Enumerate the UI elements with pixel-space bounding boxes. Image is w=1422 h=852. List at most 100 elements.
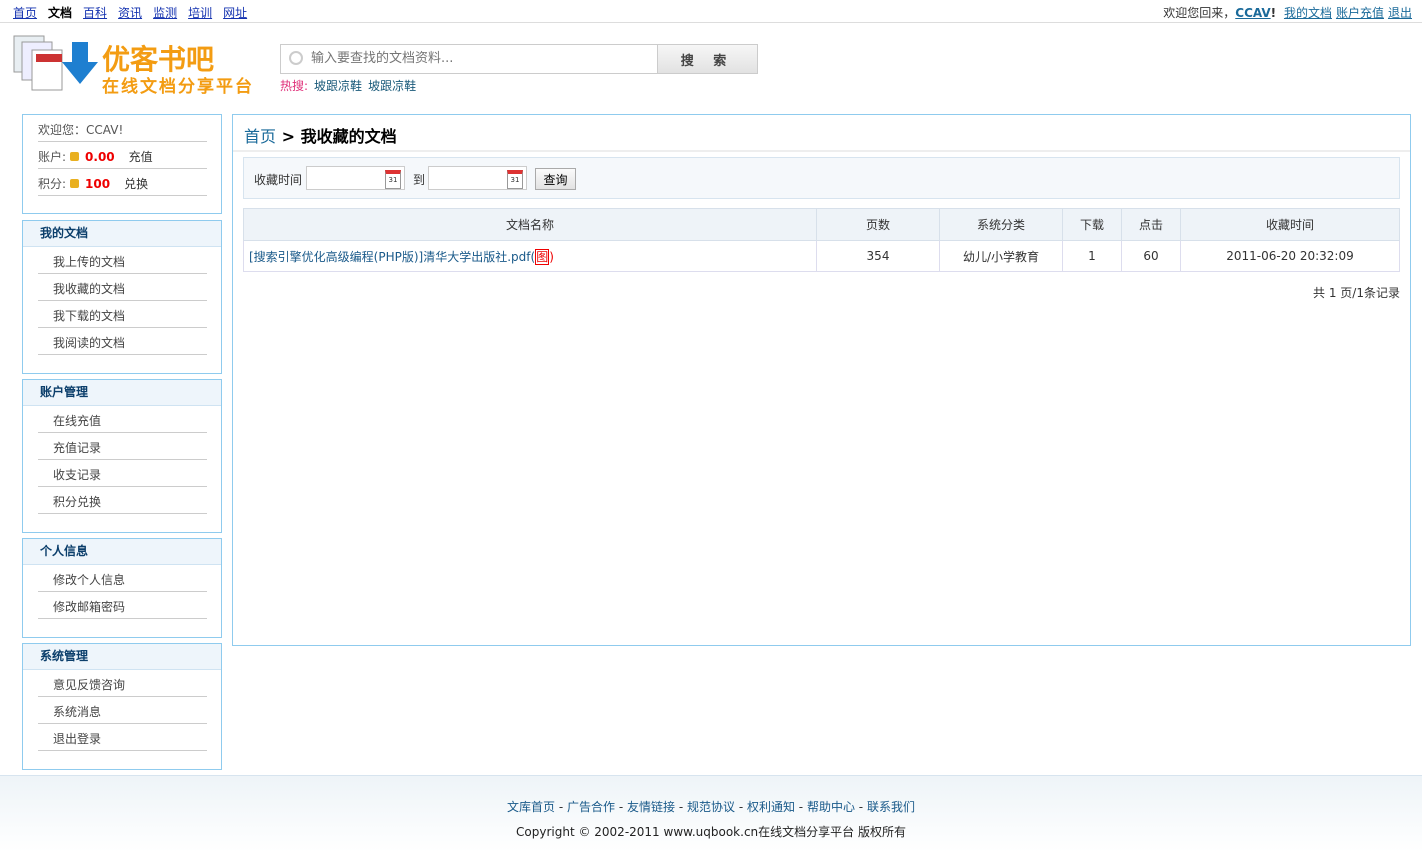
table-header: 文档名称 页数 系统分类 下载 点击 收藏时间	[243, 208, 1400, 241]
divider	[233, 150, 1410, 152]
footer-link[interactable]: 规范协议	[687, 800, 735, 814]
footer-link[interactable]: 帮助中心	[807, 800, 855, 814]
image-tag[interactable]: 图	[535, 248, 550, 265]
col-time: 收藏时间	[1180, 208, 1400, 241]
hot-link[interactable]: 坡跟凉鞋	[314, 79, 362, 93]
col-category: 系统分类	[939, 208, 1063, 241]
points-row: 积分: 100 兑换	[38, 169, 207, 196]
coin-icon	[70, 152, 80, 161]
sidebar-item[interactable]: 我阅读的文档	[38, 328, 207, 355]
points: 100	[85, 177, 111, 191]
table-row: [搜索引擎优化高级编程(PHP版)]清华大学出版社.pdf(图) 354 幼儿/…	[243, 240, 1400, 272]
account-row: 账户: 0.00 充值	[38, 142, 207, 169]
footer-link[interactable]: 权利通知	[747, 800, 795, 814]
logo-subtitle: 在线文档分享平台	[102, 77, 254, 97]
nav-monitor[interactable]: 监测	[153, 6, 177, 20]
clicks-cell: 60	[1121, 240, 1181, 272]
documents-download-icon	[13, 35, 98, 91]
category-cell: 幼儿/小学教育	[939, 240, 1063, 272]
footer-link[interactable]: 友情链接	[627, 800, 675, 814]
my-docs-link[interactable]: 我的文档	[1284, 6, 1332, 20]
sidebar-system: 系统管理 意见反馈咨询 系统消息 退出登录	[22, 643, 222, 770]
sidebar-account: 账户管理 在线充值 充值记录 收支记录 积分兑换	[22, 379, 222, 533]
copyright: Copyright © 2002-2011 www.uqbook.cn在线文档分…	[516, 825, 906, 839]
search-button[interactable]: 搜 索	[657, 45, 757, 73]
user-links: 欢迎您回来，CCAV! 我的文档 账户充值 退出	[1163, 6, 1412, 20]
sidebar-item[interactable]: 在线充值	[38, 406, 207, 433]
sidebar-item[interactable]: 修改个人信息	[38, 565, 207, 592]
col-clicks: 点击	[1121, 208, 1181, 241]
search-input[interactable]	[309, 50, 653, 67]
downloads-cell: 1	[1062, 240, 1122, 272]
nav-sites[interactable]: 网址	[223, 6, 247, 20]
filter-bar: 收藏时间 31 到 31 查询	[243, 157, 1400, 199]
time-cell: 2011-06-20 20:32:09	[1180, 240, 1400, 272]
welcome-label: 欢迎您：	[38, 123, 87, 137]
section-title: 系统管理	[23, 644, 221, 670]
footer-link[interactable]: 文库首页	[507, 800, 555, 814]
sidebar-item[interactable]: 系统消息	[38, 697, 207, 724]
sidebar-item[interactable]: 意见反馈咨询	[38, 670, 207, 697]
balance: 0.00	[85, 150, 115, 164]
col-downloads: 下载	[1062, 208, 1122, 241]
section-title: 个人信息	[23, 539, 221, 565]
logout-link[interactable]: 退出	[1388, 6, 1412, 20]
hot-searches: 热搜: 坡跟凉鞋 坡跟凉鞋	[280, 77, 416, 94]
sidebar-item[interactable]: 退出登录	[38, 724, 207, 751]
pagination-info: 共 1 页/1条记录	[1313, 286, 1400, 300]
sidebar-item[interactable]: 收支记录	[38, 460, 207, 487]
page-title: 我收藏的文档	[300, 127, 397, 146]
sidebar-item[interactable]: 我下载的文档	[38, 301, 207, 328]
welcome-text: 欢迎您回来，	[1163, 6, 1236, 20]
col-name: 文档名称	[243, 208, 817, 241]
doc-name-cell: [搜索引擎优化高级编程(PHP版)]清华大学出版社.pdf(图)	[243, 240, 817, 272]
welcome-row: 欢迎您：CCAV!	[38, 115, 207, 142]
user-info-panel: 欢迎您：CCAV! 账户: 0.00 充值 积分: 100 兑换	[22, 114, 222, 214]
search-box: 搜 索	[280, 44, 758, 74]
main-panel: 首页 > 我收藏的文档 收藏时间 31 到 31 查询 文档名称 页数 系统分类…	[232, 114, 1411, 646]
breadcrumb-home[interactable]: 首页	[244, 127, 276, 146]
breadcrumb-sep: >	[276, 127, 301, 146]
section-title: 我的文档	[23, 221, 221, 247]
footer-link[interactable]: 联系我们	[867, 800, 915, 814]
hot-label: 热搜:	[280, 79, 309, 93]
to-label: 到	[413, 173, 426, 187]
username-link[interactable]: CCAV	[1235, 6, 1270, 20]
footer: 文库首页 - 广告合作 - 友情链接 - 规范协议 - 权利通知 - 帮助中心 …	[0, 775, 1422, 852]
nav-news[interactable]: 资讯	[118, 6, 142, 20]
top-bar: 首页 文档 百科 资讯 监测 培训 网址 欢迎您回来，CCAV! 我的文档 账户充值 退出	[0, 0, 1422, 23]
sidebar-my-docs: 我的文档 我上传的文档 我收藏的文档 我下载的文档 我阅读的文档	[22, 220, 222, 374]
query-button[interactable]: 查询	[535, 168, 576, 190]
nav-docs[interactable]: 文档	[48, 6, 72, 20]
site-logo[interactable]: 优客书吧 在线文档分享平台	[12, 32, 272, 97]
exchange-link[interactable]: 兑换	[124, 177, 148, 191]
sidebar-item[interactable]: 修改邮箱密码	[38, 592, 207, 619]
end-date-input[interactable]: 31	[428, 166, 527, 190]
nav-home[interactable]: 首页	[13, 6, 37, 20]
calendar-icon[interactable]: 31	[507, 170, 523, 189]
breadcrumb: 首页 > 我收藏的文档	[244, 123, 397, 147]
username: CCAV	[86, 123, 119, 137]
search-icon	[289, 51, 303, 65]
favorites-table: 文档名称 页数 系统分类 下载 点击 收藏时间 [搜索引擎优化高级编程(PHP版…	[243, 208, 1400, 272]
points-label: 积分:	[38, 177, 67, 191]
hot-link[interactable]: 坡跟凉鞋	[368, 79, 416, 93]
sidebar-item[interactable]: 积分兑换	[38, 487, 207, 514]
recharge-link[interactable]: 充值	[129, 150, 153, 164]
filter-label: 收藏时间	[254, 173, 303, 187]
doc-link[interactable]: [搜索引擎优化高级编程(PHP版)]清华大学出版社.pdf	[249, 250, 531, 264]
footer-link[interactable]: 广告合作	[567, 800, 615, 814]
top-nav: 首页 文档 百科 资讯 监测 培训 网址	[13, 4, 258, 21]
nav-training[interactable]: 培训	[188, 6, 212, 20]
coin-icon	[70, 179, 80, 188]
nav-wiki[interactable]: 百科	[83, 6, 107, 20]
sidebar-item[interactable]: 我收藏的文档	[38, 274, 207, 301]
start-date-input[interactable]: 31	[306, 166, 405, 190]
section-title: 账户管理	[23, 380, 221, 406]
sidebar-item[interactable]: 我上传的文档	[38, 247, 207, 274]
calendar-icon[interactable]: 31	[385, 170, 401, 189]
sidebar-item[interactable]: 充值记录	[38, 433, 207, 460]
footer-links: 文库首页 - 广告合作 - 友情链接 - 规范协议 - 权利通知 - 帮助中心 …	[507, 800, 915, 814]
col-pages: 页数	[816, 208, 940, 241]
recharge-link[interactable]: 账户充值	[1336, 6, 1384, 20]
